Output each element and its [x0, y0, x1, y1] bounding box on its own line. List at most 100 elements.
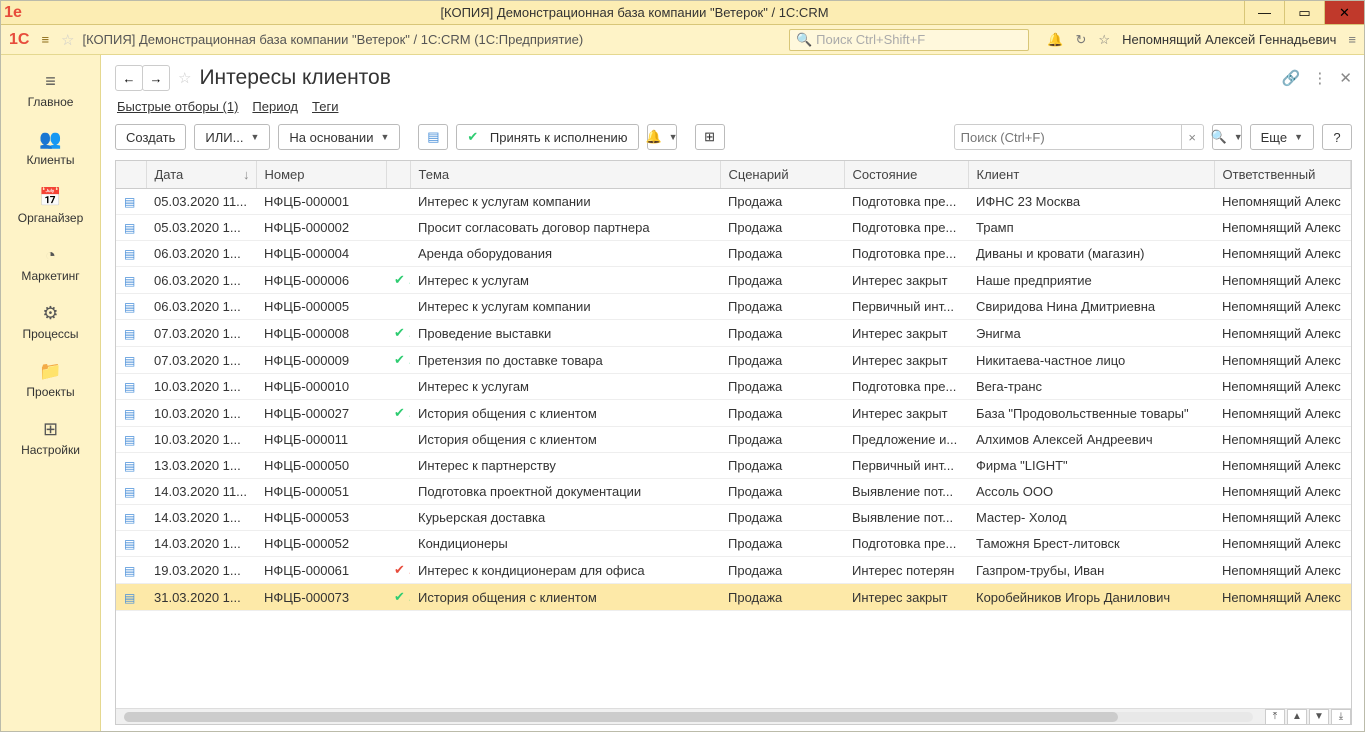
filters: Быстрые отборы (1) Период Теги — [115, 99, 1352, 114]
sidebar-item[interactable]: 📅 Органайзер — [6, 179, 96, 233]
form-button[interactable]: ▤ — [418, 124, 448, 150]
table-search[interactable]: × — [954, 124, 1204, 150]
column-state[interactable]: Состояние — [844, 161, 968, 189]
table-row[interactable]: ▤14.03.2020 1...НФЦБ-000053Курьерская до… — [116, 505, 1351, 531]
table-row[interactable]: ▤06.03.2020 1...НФЦБ-000006✔Интерес к ус… — [116, 267, 1351, 294]
close-page-icon[interactable]: ✕ — [1339, 69, 1352, 87]
table-row[interactable]: ▤10.03.2020 1...НФЦБ-000027✔История обще… — [116, 400, 1351, 427]
sidebar-label: Маркетинг — [21, 269, 79, 283]
column-date[interactable]: Дата↓ — [146, 161, 256, 189]
document-icon: ▤ — [124, 221, 135, 235]
table-row[interactable]: ▤14.03.2020 1...НФЦБ-000052КондиционерыП… — [116, 531, 1351, 557]
sidebar-item[interactable]: 👥 Клиенты — [6, 121, 96, 175]
sidebar-icon: 📅 — [39, 187, 61, 208]
table-row[interactable]: ▤19.03.2020 1...НФЦБ-000061✔Интерес к ко… — [116, 557, 1351, 584]
main-content: ← → ☆ Интересы клиентов 🔗 ⋮ ✕ Быстрые от… — [101, 55, 1364, 731]
star-icon[interactable]: ☆ — [1098, 32, 1110, 48]
or-button[interactable]: ИЛИ...▼ — [194, 124, 270, 150]
table-row[interactable]: ▤13.03.2020 1...НФЦБ-000050Интерес к пар… — [116, 453, 1351, 479]
sidebar-label: Органайзер — [18, 211, 84, 225]
quick-filters-link[interactable]: Быстрые отборы (1) — [117, 99, 238, 114]
document-icon: ▤ — [124, 300, 135, 314]
hierarchy-button[interactable]: ⊞ — [695, 124, 725, 150]
document-icon: ▤ — [124, 327, 135, 341]
sidebar-item[interactable]: ⊞ Настройки — [6, 411, 96, 465]
more-button[interactable]: Еще▼ — [1250, 124, 1314, 150]
scroll-down-button[interactable]: ▼ — [1309, 709, 1329, 725]
page-favorite-icon[interactable]: ☆ — [178, 69, 191, 87]
sidebar-icon: ◔ — [45, 245, 56, 266]
table-body: ▤05.03.2020 11...НФЦБ-000001Интерес к ус… — [116, 189, 1351, 611]
scroll-bottom-button[interactable]: ⤓ — [1331, 709, 1351, 725]
table-row[interactable]: ▤07.03.2020 1...НФЦБ-000008✔Проведение в… — [116, 320, 1351, 347]
sidebar-item[interactable]: 📁Проекты — [6, 353, 96, 407]
sidebar-label: Клиенты — [26, 153, 74, 167]
document-icon: ▤ — [124, 433, 135, 447]
sidebar-label: Настройки — [21, 443, 80, 457]
link-icon[interactable]: 🔗 — [1282, 69, 1301, 87]
user-name[interactable]: Непомнящий Алексей Геннадьевич — [1122, 32, 1336, 47]
scroll-top-button[interactable]: ⤒ — [1265, 709, 1285, 725]
tags-link[interactable]: Теги — [312, 99, 338, 114]
global-search[interactable]: 🔍 Поиск Ctrl+Shift+F — [789, 29, 1029, 51]
favorite-icon[interactable]: ☆ — [61, 31, 74, 49]
period-link[interactable]: Период — [252, 99, 298, 114]
sidebar-item[interactable]: ◔ Маркетинг — [6, 237, 96, 291]
history-icon[interactable]: ↻ — [1076, 32, 1087, 48]
column-scenario[interactable]: Сценарий — [720, 161, 844, 189]
reminder-button[interactable]: 🔔▼ — [647, 124, 677, 150]
sidebar-icon: ⊞ — [43, 419, 58, 440]
table-row[interactable]: ▤10.03.2020 1...НФЦБ-000011История общен… — [116, 427, 1351, 453]
column-responsible[interactable]: Ответственный — [1214, 161, 1351, 189]
nav-back-button[interactable]: ← — [115, 65, 143, 91]
sidebar-item[interactable]: ≡ Главное — [6, 63, 96, 117]
help-button[interactable]: ? — [1322, 124, 1352, 150]
sidebar-icon: ≡ — [45, 71, 56, 92]
maximize-button[interactable]: ▭ — [1284, 1, 1324, 24]
table-row[interactable]: ▤14.03.2020 11...НФЦБ-000051Подготовка п… — [116, 479, 1351, 505]
column-client[interactable]: Клиент — [968, 161, 1214, 189]
settings-icon[interactable]: ≡ — [1348, 32, 1356, 47]
table-search-input[interactable] — [954, 124, 1182, 150]
menu-icon[interactable]: ≡ — [37, 30, 53, 49]
check-icon: ✔ — [394, 405, 408, 421]
check-icon: ✔ — [394, 272, 408, 288]
table-row[interactable]: ▤05.03.2020 11...НФЦБ-000001Интерес к ус… — [116, 189, 1351, 215]
app-toolbar: 1C ≡ ☆ [КОПИЯ] Демонстрационная база ком… — [1, 25, 1364, 55]
sidebar-label: Процессы — [22, 327, 78, 341]
page-title: Интересы клиентов — [199, 66, 390, 90]
table-row[interactable]: ▤05.03.2020 1...НФЦБ-000002Просит соглас… — [116, 215, 1351, 241]
app-icon: 1e — [1, 1, 25, 25]
sidebar-icon: 👥 — [39, 129, 61, 150]
column-theme[interactable]: Тема — [410, 161, 720, 189]
based-on-button[interactable]: На основании▼ — [278, 124, 400, 150]
table-row[interactable]: ▤06.03.2020 1...НФЦБ-000004Аренда оборуд… — [116, 241, 1351, 267]
search-button[interactable]: 🔍▼ — [1212, 124, 1242, 150]
table-row[interactable]: ▤07.03.2020 1...НФЦБ-000009✔Претензия по… — [116, 347, 1351, 374]
table-row[interactable]: ▤06.03.2020 1...НФЦБ-000005Интерес к усл… — [116, 294, 1351, 320]
accept-button[interactable]: ✔ Принять к исполнению — [456, 124, 638, 150]
sidebar: ≡ Главное 👥 Клиенты 📅 Органайзер ◔ Маркетинг ⚙Пр… — [1, 55, 101, 731]
check-icon: ✔ — [394, 352, 408, 368]
clear-search-button[interactable]: × — [1182, 124, 1204, 150]
document-icon: ▤ — [124, 459, 135, 473]
minimize-button[interactable]: — — [1244, 1, 1284, 24]
document-icon: ▤ — [124, 591, 135, 605]
bell-icon[interactable]: 🔔 — [1047, 32, 1063, 48]
options-icon[interactable]: ⋮ — [1312, 69, 1327, 87]
create-button[interactable]: Создать — [115, 124, 186, 150]
table-row[interactable]: ▤31.03.2020 1...НФЦБ-000073✔История обще… — [116, 584, 1351, 611]
table-row[interactable]: ▤10.03.2020 1...НФЦБ-000010Интерес к усл… — [116, 374, 1351, 400]
document-icon: ▤ — [124, 485, 135, 499]
column-status[interactable] — [386, 161, 410, 189]
scroll-up-button[interactable]: ▲ — [1287, 709, 1307, 725]
sidebar-label: Главное — [28, 95, 74, 109]
column-icon[interactable] — [116, 161, 146, 189]
close-button[interactable]: ✕ — [1324, 1, 1364, 24]
column-number[interactable]: Номер — [256, 161, 386, 189]
product-logo: 1C — [9, 31, 29, 49]
document-icon: ▤ — [124, 354, 135, 368]
horizontal-scrollbar[interactable]: ⤒ ▲ ▼ ⤓ — [116, 708, 1351, 724]
nav-forward-button[interactable]: → — [142, 65, 170, 91]
sidebar-item[interactable]: ⚙Процессы — [6, 295, 96, 349]
